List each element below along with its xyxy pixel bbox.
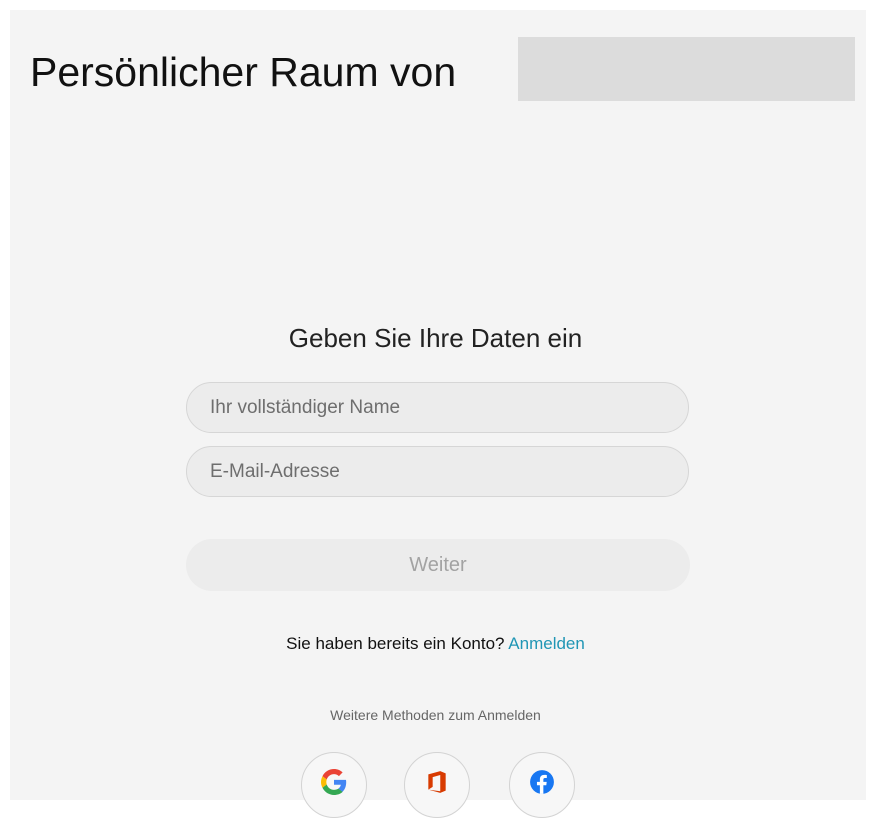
google-signin-button[interactable] xyxy=(301,752,367,818)
email-input[interactable] xyxy=(186,446,689,497)
form-heading: Geben Sie Ihre Daten ein xyxy=(288,323,583,353)
account-prompt-text: Sie haben bereits ein Konto? xyxy=(286,634,505,653)
google-icon xyxy=(321,769,347,795)
account-prompt-line: Sie haben bereits ein Konto? Anmelden xyxy=(0,633,871,655)
signin-link[interactable]: Anmelden xyxy=(508,634,585,653)
continue-button[interactable]: Weiter xyxy=(186,539,690,591)
other-signin-methods-label: Weitere Methoden zum Anmelden xyxy=(330,707,541,723)
office-icon xyxy=(428,771,446,793)
redacted-name xyxy=(518,37,855,101)
full-name-input[interactable] xyxy=(186,382,689,433)
facebook-signin-button[interactable] xyxy=(509,752,575,818)
facebook-icon xyxy=(530,770,554,794)
office-signin-button[interactable] xyxy=(404,752,470,818)
page-title: Persönlicher Raum von xyxy=(30,49,457,95)
